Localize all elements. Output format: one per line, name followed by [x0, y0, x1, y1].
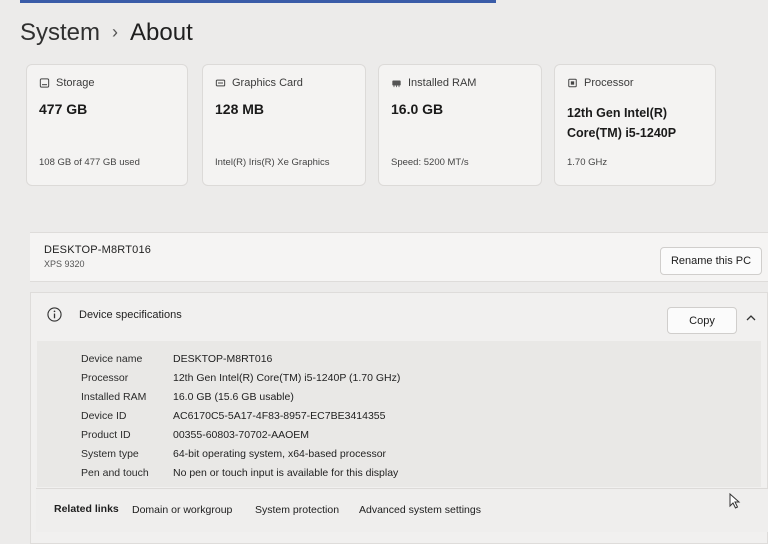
window-accent-bar [20, 0, 496, 3]
ram-icon [392, 80, 401, 88]
device-specifications-list: Device name DESKTOP-M8RT016 Processor 12… [37, 341, 761, 487]
storage-usage: 108 GB of 477 GB used [39, 157, 140, 168]
ram-speed: Speed: 5200 MT/s [391, 157, 469, 168]
system-protection-link[interactable]: System protection [255, 504, 339, 516]
storage-label: Storage [56, 77, 95, 89]
spec-value: DESKTOP-M8RT016 [173, 352, 273, 365]
spec-label: Pen and touch [81, 466, 149, 479]
spec-label: Product ID [81, 428, 131, 441]
related-links-bar: Related links Domain or workgroup System… [36, 488, 768, 532]
spec-row: Device ID AC6170C5-5A17-4F83-8957-EC7BE3… [37, 406, 761, 425]
spec-row: System type 64-bit operating system, x64… [37, 444, 761, 463]
advanced-system-settings-link[interactable]: Advanced system settings [359, 504, 481, 516]
processor-speed: 1.70 GHz [567, 157, 608, 168]
breadcrumb-system[interactable]: System [20, 19, 100, 47]
spec-row: Pen and touch No pen or touch input is a… [37, 463, 761, 482]
related-links-label: Related links [54, 503, 119, 515]
pc-model: XPS 9320 [44, 259, 85, 269]
graphics-card-value: 128 MB [215, 101, 265, 117]
spec-value: AC6170C5-5A17-4F83-8957-EC7BE3414355 [173, 409, 386, 422]
spec-label: Device name [81, 352, 143, 365]
spec-row: Product ID 00355-60803-70702-AAOEM [37, 425, 761, 444]
mouse-cursor-icon [729, 493, 741, 509]
processor-card: Processor 12th Gen Intel(R) Core(TM) i5-… [554, 64, 716, 186]
ram-value: 16.0 GB [391, 101, 444, 117]
spec-row: Processor 12th Gen Intel(R) Core(TM) i5-… [37, 368, 761, 387]
graphics-card-card: Graphics Card 128 MB Intel(R) Iris(R) Xe… [202, 64, 366, 186]
storage-value: 477 GB [39, 101, 88, 117]
device-specifications-title: Device specifications [79, 309, 182, 321]
spec-value: 16.0 GB (15.6 GB usable) [173, 390, 294, 403]
domain-or-workgroup-link[interactable]: Domain or workgroup [132, 504, 232, 516]
spec-value: No pen or touch input is available for t… [173, 466, 399, 479]
ram-label: Installed RAM [408, 77, 477, 89]
storage-icon [39, 78, 50, 88]
spec-value: 00355-60803-70702-AAOEM [173, 428, 310, 441]
spec-label: Installed RAM [81, 390, 147, 403]
spec-label: Device ID [81, 409, 127, 422]
ram-card: Installed RAM 16.0 GB Speed: 5200 MT/s [378, 64, 542, 186]
storage-card: Storage 477 GB 108 GB of 477 GB used [26, 64, 188, 186]
graphics-card-label: Graphics Card [232, 77, 303, 89]
rename-pc-button[interactable]: Rename this PC [660, 247, 762, 275]
spec-row: Device name DESKTOP-M8RT016 [37, 349, 761, 368]
chevron-up-icon[interactable] [745, 313, 757, 323]
breadcrumb: System › About [20, 16, 193, 50]
copy-button[interactable]: Copy [667, 307, 737, 334]
pc-name: DESKTOP-M8RT016 [44, 244, 152, 256]
page-title: About [130, 19, 193, 46]
info-icon [47, 307, 62, 322]
graphics-card-icon [215, 79, 226, 87]
spec-value: 12th Gen Intel(R) Core(TM) i5-1240P (1.7… [173, 371, 401, 384]
spec-label: System type [81, 447, 139, 460]
device-specifications-header[interactable]: Device specifications Copy [31, 293, 767, 339]
pc-name-row: DESKTOP-M8RT016 XPS 9320 Rename this PC [30, 232, 768, 282]
graphics-card-name: Intel(R) Iris(R) Xe Graphics [215, 157, 330, 168]
processor-value: 12th Gen Intel(R) Core(TM) i5-1240P [567, 106, 677, 140]
processor-icon [568, 78, 577, 88]
spec-label: Processor [81, 371, 129, 384]
processor-label: Processor [584, 77, 634, 89]
spec-value: 64-bit operating system, x64-based proce… [173, 447, 387, 460]
breadcrumb-separator: › [112, 21, 119, 42]
spec-row: Installed RAM 16.0 GB (15.6 GB usable) [37, 387, 761, 406]
